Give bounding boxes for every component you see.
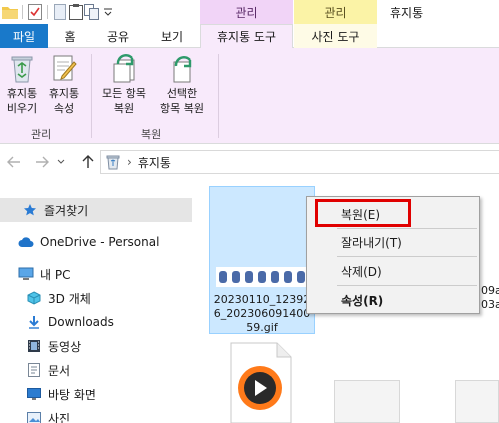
nav-item-3d-objects[interactable]: 3D 개체 — [0, 286, 192, 310]
nav-item-videos[interactable]: 동영상 — [0, 334, 192, 358]
bin-properties-label-2: 속성 — [53, 102, 75, 115]
chevron-down-icon — [57, 159, 65, 164]
chevron-down-icon[interactable] — [100, 4, 116, 20]
empty-bin-label-1: 휴지통 — [6, 87, 38, 100]
highlight-annotation-box — [315, 199, 411, 227]
nav-item-label: 동영상 — [48, 339, 82, 354]
restore-all-items-button[interactable]: 모든 항목 복원 — [96, 52, 152, 116]
restore-all-label-1: 모든 항목 — [102, 87, 146, 100]
restore-selected-items-button[interactable]: 선택한 항목 복원 — [152, 52, 212, 116]
nav-item-favorites[interactable]: 즐겨찾기 — [0, 198, 192, 222]
nav-item-downloads[interactable]: Downloads — [0, 310, 192, 334]
window-title: 휴지통 — [390, 6, 424, 20]
back-button[interactable] — [4, 152, 24, 172]
folder-icon — [2, 4, 18, 20]
file-name-partial: 09al 03a — [481, 284, 499, 311]
nav-item-label: 내 PC — [40, 267, 71, 282]
file-item-image-thumbnail[interactable] — [455, 380, 499, 423]
gif-thumbnail — [216, 195, 308, 287]
ribbon-tab-row: 파일 홈 공유 보기 휴지통 도구 사진 도구 — [0, 24, 499, 49]
nav-item-label: 3D 개체 — [48, 291, 91, 306]
arrow-right-icon — [36, 156, 49, 168]
thumbnail-frames — [216, 267, 308, 287]
copy-path-icon[interactable] — [84, 4, 100, 20]
quick-access-toolbar — [2, 2, 116, 22]
arrow-up-icon — [82, 155, 94, 168]
up-button[interactable] — [78, 152, 98, 172]
navigation-bar: › 휴지통 — [0, 144, 499, 180]
ribbon-panel: 휴지통 비우기 휴지통 속성 관리 모든 항목 복원 선택한 항목 복원 복원 — [0, 48, 499, 144]
computer-icon — [18, 266, 34, 282]
toolbar-divider — [47, 5, 48, 19]
file-item-video[interactable] — [230, 342, 292, 423]
cloud-icon — [18, 234, 34, 250]
tab-recycle-bin-tools[interactable]: 휴지통 도구 — [200, 24, 293, 49]
context-menu: 복원(E) 잘라내기(T) 삭제(D) 속성(R) — [306, 196, 480, 314]
tab-view[interactable]: 보기 — [144, 24, 200, 48]
nav-item-label: OneDrive - Personal — [40, 235, 160, 249]
context-group-manage-picture: 관리 — [294, 0, 377, 24]
ribbon-group-divider — [91, 54, 92, 138]
title-bar: 관리 관리 휴지통 — [0, 0, 499, 24]
empty-bin-icon — [11, 56, 33, 83]
toolbar-divider — [22, 5, 23, 19]
bin-properties-label-1: 휴지통 — [48, 87, 80, 100]
ribbon-group-manage-label: 관리 — [31, 128, 52, 141]
context-group-manage-recycle: 관리 — [200, 0, 293, 24]
arrow-left-icon — [7, 156, 20, 168]
document-icon — [26, 362, 42, 378]
nav-item-label: 문서 — [48, 363, 71, 378]
nav-item-onedrive[interactable]: OneDrive - Personal — [0, 230, 192, 254]
nav-item-desktop[interactable]: 바탕 화면 — [0, 382, 192, 406]
nav-item-label: 사진 — [48, 411, 71, 423]
desktop-icon — [26, 386, 42, 402]
menu-item-delete[interactable]: 삭제(D) — [309, 260, 477, 282]
picture-icon — [26, 410, 42, 423]
restore-selected-label-2: 항목 복원 — [160, 102, 204, 115]
properties-icon — [53, 55, 77, 81]
breadcrumb-separator-icon: › — [127, 155, 132, 169]
nav-item-label: 즐겨찾기 — [44, 203, 89, 218]
empty-bin-label-2: 비우기 — [6, 102, 38, 115]
address-bar[interactable]: › 휴지통 — [100, 150, 499, 174]
file-item-image-thumbnail[interactable] — [334, 380, 400, 423]
blank-page-icon[interactable] — [52, 4, 68, 20]
nav-item-documents[interactable]: 문서 — [0, 358, 192, 382]
nav-item-label: 바탕 화면 — [48, 387, 96, 402]
ribbon-group-restore-label: 복원 — [141, 128, 162, 141]
forward-button[interactable] — [32, 152, 52, 172]
restore-selected-icon — [173, 56, 192, 83]
recycle-bin-icon — [106, 155, 120, 170]
restore-all-icon — [113, 54, 135, 83]
ribbon-group-divider — [218, 54, 219, 138]
nav-item-pictures[interactable]: 사진 — [0, 406, 192, 423]
tab-share[interactable]: 공유 — [92, 24, 144, 48]
restore-all-label-2: 복원 — [113, 102, 135, 115]
menu-divider — [337, 285, 477, 286]
recent-locations-button[interactable] — [54, 152, 68, 172]
menu-divider — [337, 228, 477, 229]
nav-item-label: Downloads — [48, 315, 114, 329]
menu-item-cut[interactable]: 잘라내기(T) — [309, 231, 477, 253]
file-item-selected-gif[interactable]: 20230110_123926_202306091400 59.gif — [209, 186, 315, 334]
navigation-pane: 즐겨찾기 OneDrive - Personal 내 PC 3D 개체 Down… — [0, 180, 192, 423]
tab-home[interactable]: 홈 — [48, 24, 92, 48]
cube-icon — [26, 290, 42, 306]
recycle-bin-properties-button[interactable]: 휴지통 속성 — [44, 52, 84, 116]
download-arrow-icon — [26, 314, 42, 330]
tab-file[interactable]: 파일 — [0, 24, 48, 48]
file-name: 20230110_123926_202306091400 59.gif — [213, 293, 311, 334]
film-icon — [26, 338, 42, 354]
breadcrumb-recycle-bin[interactable]: 휴지통 — [138, 154, 171, 171]
tab-picture-tools[interactable]: 사진 도구 — [294, 24, 377, 48]
properties-check-icon[interactable] — [27, 4, 43, 20]
video-file-icon — [230, 342, 292, 423]
empty-recycle-bin-button[interactable]: 휴지통 비우기 — [2, 52, 42, 116]
clipboard-icon[interactable] — [68, 4, 84, 20]
restore-selected-label-1: 선택한 — [166, 87, 198, 100]
star-icon — [22, 202, 38, 218]
menu-item-properties[interactable]: 속성(R) — [309, 289, 477, 311]
nav-item-this-pc[interactable]: 내 PC — [0, 262, 192, 286]
menu-divider — [337, 256, 477, 257]
